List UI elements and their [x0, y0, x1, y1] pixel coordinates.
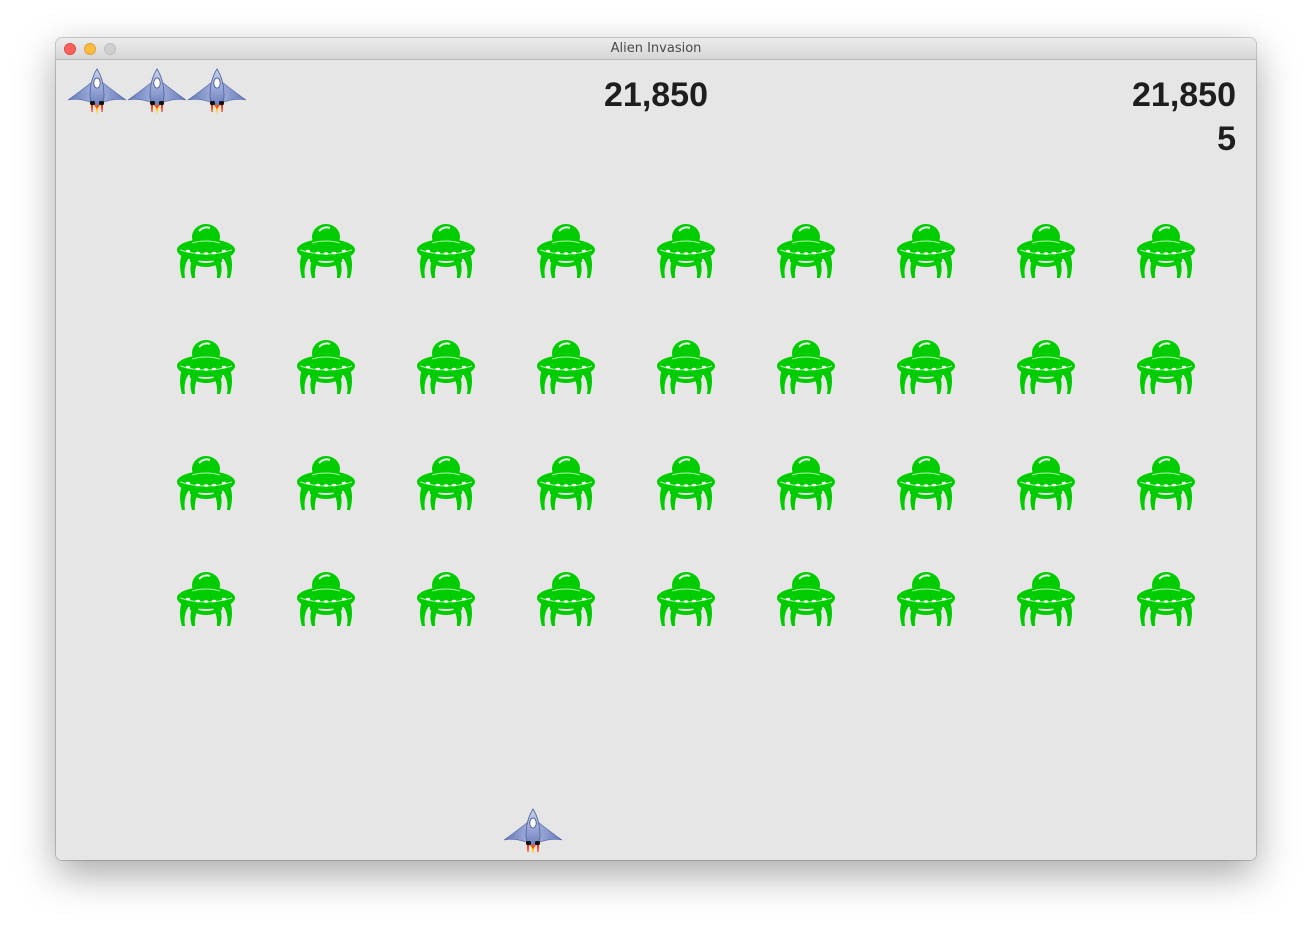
ufo-alien-icon	[1136, 222, 1196, 280]
title-bar[interactable]: Alien Invasion	[56, 38, 1256, 60]
score-display: 21,850	[604, 76, 708, 114]
ufo-alien-icon	[536, 338, 596, 396]
ufo-alien-icon	[896, 454, 956, 512]
ufo-alien-icon	[296, 222, 356, 280]
ufo-alien-icon	[416, 338, 476, 396]
level-display: 5	[1217, 120, 1236, 158]
ufo-alien-icon	[656, 454, 716, 512]
ufo-alien-icon	[536, 454, 596, 512]
ufo-alien-icon	[896, 570, 956, 628]
ufo-alien-icon	[656, 570, 716, 628]
ufo-alien-icon	[1136, 454, 1196, 512]
ufo-alien-icon	[416, 222, 476, 280]
ufo-alien-icon	[776, 222, 836, 280]
ufo-alien-icon	[1016, 570, 1076, 628]
ufo-alien-icon	[536, 222, 596, 280]
ship-life-icon	[186, 68, 248, 118]
ufo-alien-icon	[896, 338, 956, 396]
ufo-alien-icon	[1016, 222, 1076, 280]
ufo-alien-icon	[296, 454, 356, 512]
ufo-alien-icon	[416, 454, 476, 512]
player-ship	[502, 808, 564, 858]
ufo-alien-icon	[176, 570, 236, 628]
ufo-alien-icon	[776, 570, 836, 628]
ufo-alien-icon	[296, 338, 356, 396]
ufo-alien-icon	[776, 454, 836, 512]
game-canvas[interactable]: 21,850 21,850 5	[56, 60, 1256, 860]
ufo-alien-icon	[776, 338, 836, 396]
ufo-alien-icon	[176, 338, 236, 396]
window-title: Alien Invasion	[610, 41, 702, 56]
ufo-alien-icon	[1136, 570, 1196, 628]
ufo-alien-icon	[296, 570, 356, 628]
ufo-alien-icon	[536, 570, 596, 628]
ufo-alien-icon	[1136, 338, 1196, 396]
ufo-alien-icon	[656, 338, 716, 396]
ufo-alien-icon	[656, 222, 716, 280]
ufo-alien-icon	[176, 454, 236, 512]
ufo-alien-icon	[1016, 454, 1076, 512]
game-window: Alien Invasion 21,850 21,850 5	[56, 38, 1256, 860]
ufo-alien-icon	[1016, 338, 1076, 396]
high-score-display: 21,850	[1132, 76, 1236, 114]
ufo-alien-icon	[896, 222, 956, 280]
ufo-alien-icon	[176, 222, 236, 280]
ship-life-icon	[126, 68, 188, 118]
ship-life-icon	[66, 68, 128, 118]
ufo-alien-icon	[416, 570, 476, 628]
